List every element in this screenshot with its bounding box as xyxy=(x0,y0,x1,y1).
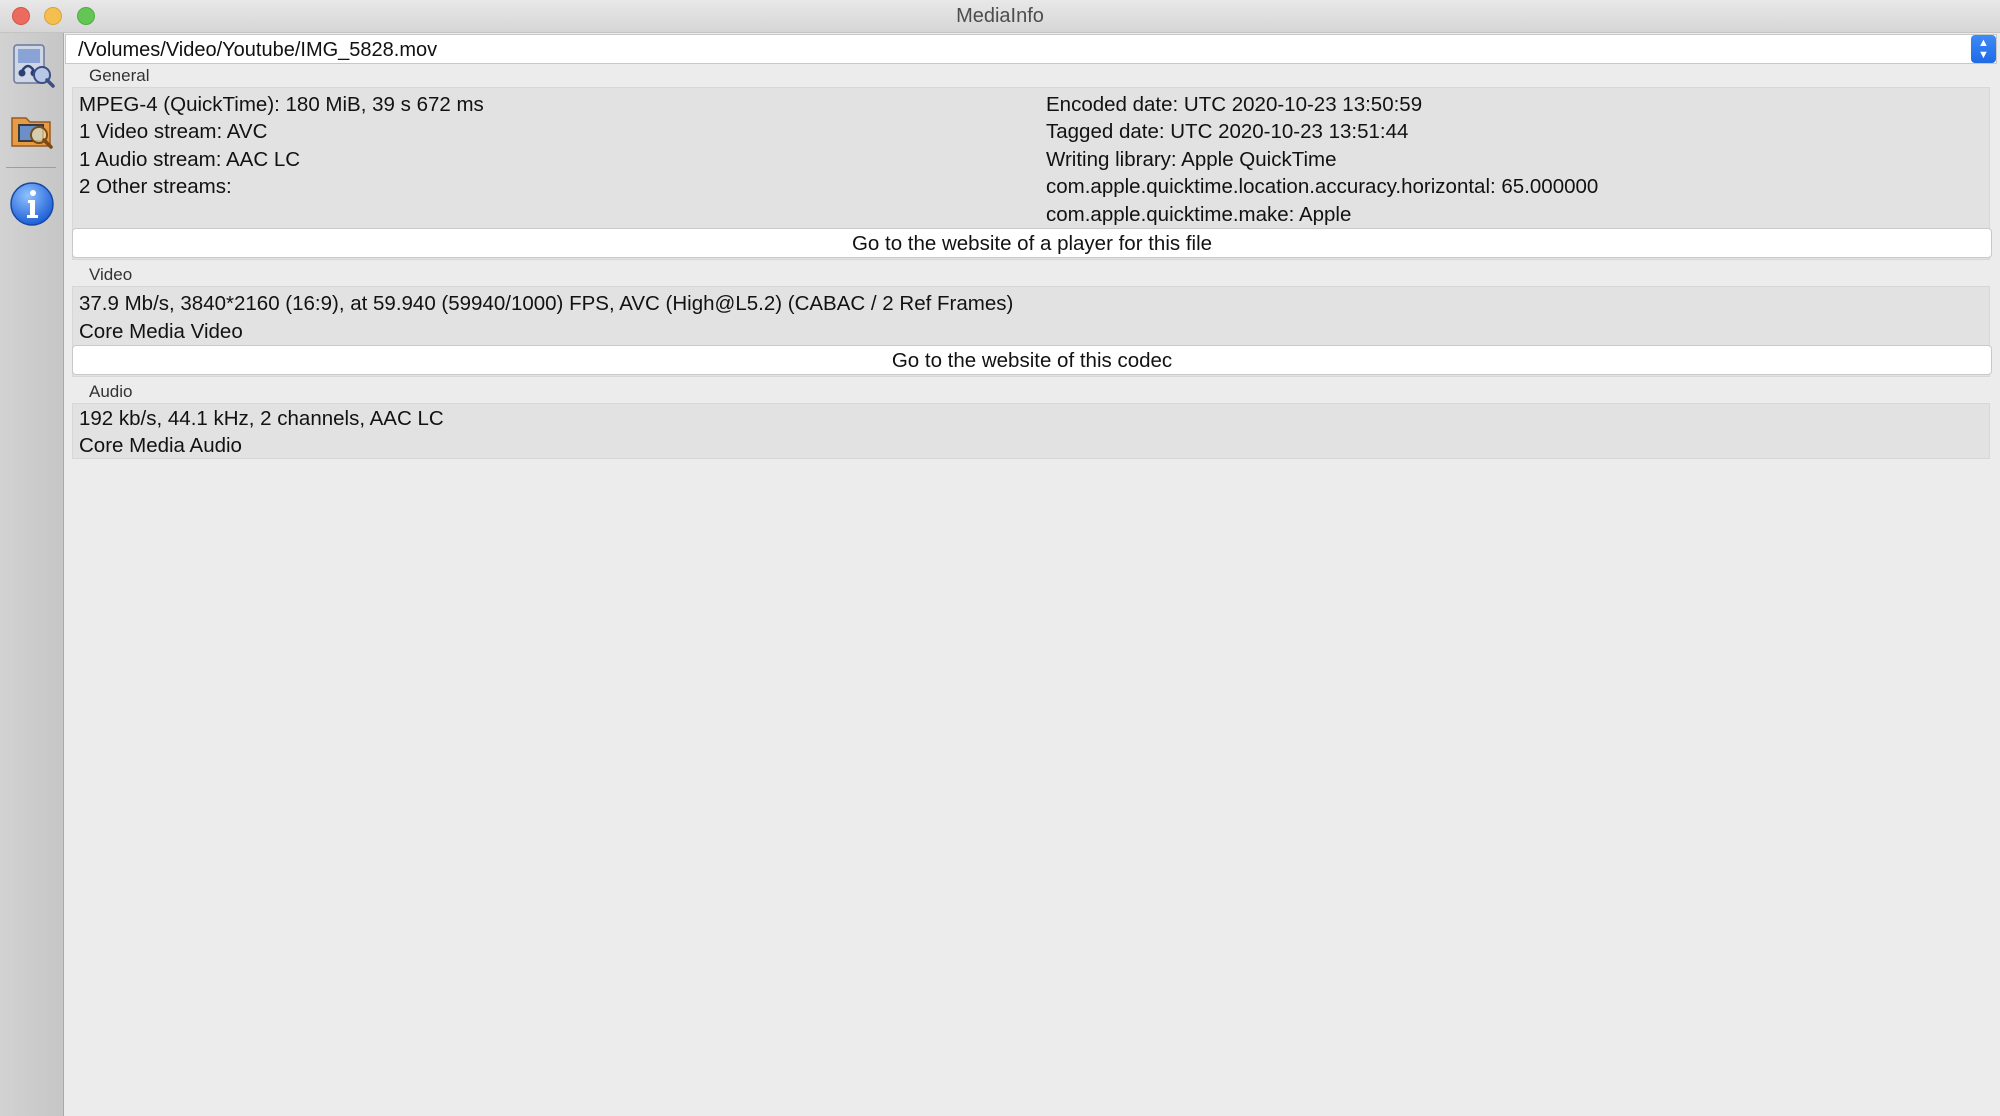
combo-arrows-icon[interactable]: ▲ ▼ xyxy=(1971,35,1996,63)
general-metadata-line: com.apple.quicktime.location.accuracy.ho… xyxy=(1046,175,1599,198)
general-metadata-line: Writing library: Apple QuickTime xyxy=(1046,148,1337,171)
general-info-line: 1 Video stream: AVC xyxy=(79,120,268,143)
codec-website-button[interactable]: Go to the website of this codec xyxy=(72,345,1992,375)
audio-section: 192 kb/s, 44.1 kHz, 2 channels, AAC LC C… xyxy=(72,403,1990,459)
window-title: MediaInfo xyxy=(956,5,1044,27)
video-info-line: Core Media Video xyxy=(79,320,243,343)
file-path-value: /Volumes/Video/Youtube/IMG_5828.mov xyxy=(78,39,438,61)
sidebar-toolbar xyxy=(0,33,64,1116)
player-website-button[interactable]: Go to the website of a player for this f… xyxy=(72,228,1992,258)
audio-info-line: Core Media Audio xyxy=(79,434,242,457)
main-info-area: /Volumes/Video/Youtube/IMG_5828.mov ▲ ▼ G… xyxy=(64,33,2000,1116)
general-info-line: 1 Audio stream: AAC LC xyxy=(79,148,301,171)
open-file-button[interactable] xyxy=(6,39,58,91)
about-info-button[interactable] xyxy=(6,178,58,230)
mediainfo-window: MediaInfo /Volumes/Video/Youtube/IMG_582… xyxy=(0,0,2000,1116)
info-icon xyxy=(10,182,54,226)
video-section-title: Video xyxy=(89,265,133,284)
general-metadata-line: Encoded date: UTC 2020-10-23 13:50:59 xyxy=(1046,93,1423,116)
general-metadata-line: com.apple.quicktime.make: Apple xyxy=(1046,203,1352,226)
general-section-title: General xyxy=(89,66,150,85)
general-info-line: MPEG-4 (QuickTime): 180 MiB, 39 s 672 ms xyxy=(79,93,484,116)
sidebar-separator xyxy=(6,167,56,168)
open-folder-button[interactable] xyxy=(6,102,58,154)
audio-section-title: Audio xyxy=(89,382,133,401)
open-folder-icon xyxy=(11,117,53,149)
general-info-line: 2 Other streams: xyxy=(79,175,232,198)
title-bar: MediaInfo xyxy=(0,0,2000,33)
audio-info-line: 192 kb/s, 44.1 kHz, 2 channels, AAC LC xyxy=(79,407,444,430)
video-info-line: 37.9 Mb/s, 3840*2160 (16:9), at 59.940 (… xyxy=(79,292,1014,315)
file-path-combobox[interactable]: /Volumes/Video/Youtube/IMG_5828.mov ▲ ▼ xyxy=(65,34,1997,64)
open-file-icon xyxy=(13,44,55,88)
general-metadata-line: Tagged date: UTC 2020-10-23 13:51:44 xyxy=(1046,120,1409,143)
